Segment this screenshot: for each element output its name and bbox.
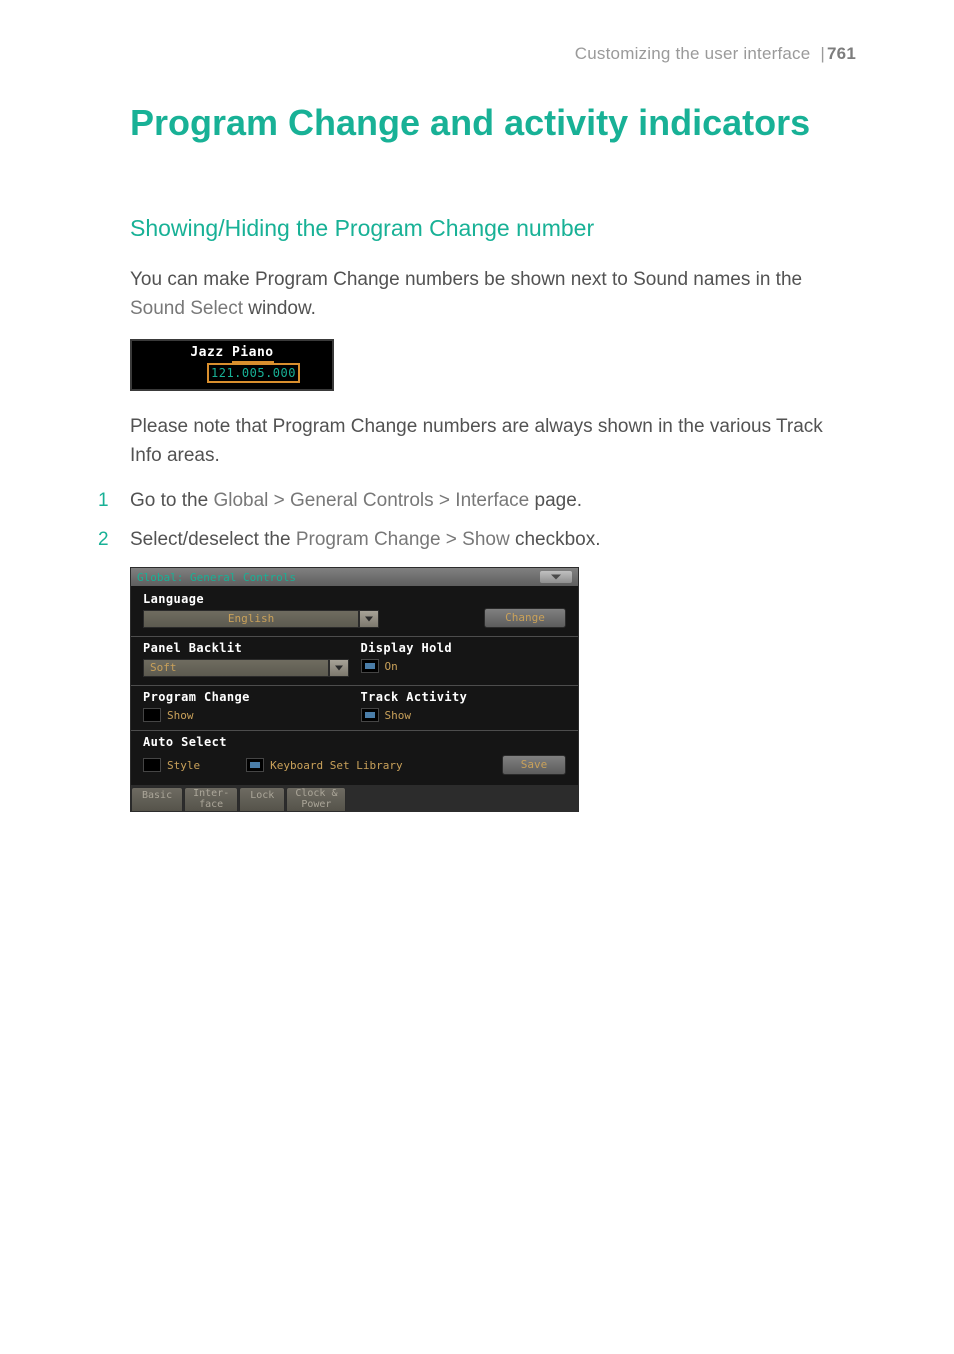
page-title: Program Change and activity indicators (130, 102, 856, 143)
section-heading: Showing/Hiding the Program Change number (130, 215, 856, 242)
chevron-down-icon[interactable] (359, 610, 379, 628)
intro-text-b: window. (243, 298, 316, 319)
tab-interface-l2: face (199, 799, 223, 810)
header-separator: | (820, 44, 825, 63)
window-titlebar: Global: General Controls (131, 568, 578, 586)
tab-interface-l1: Inter- (193, 788, 229, 799)
step-2-b: checkbox. (510, 529, 601, 550)
track-activity-label: Track Activity (361, 690, 567, 704)
display-hold-chk-label: On (385, 660, 398, 673)
panel-backlit-value: Soft (143, 659, 329, 677)
tab-lock[interactable]: Lock (239, 787, 285, 811)
auto-select-style-checkbox[interactable] (143, 758, 161, 772)
sound-name-b: Piano (232, 345, 274, 363)
auto-select-label: Auto Select (143, 735, 566, 749)
intro-text-a: You can make Program Change numbers be s… (130, 269, 802, 290)
tab-clock-l1: Clock & (295, 788, 337, 799)
panel-backlit-dropdown[interactable]: Soft (143, 659, 349, 677)
header-section: Customizing the user interface (575, 44, 811, 63)
program-change-chk-label: Show (167, 709, 194, 722)
sound-name: Jazz Piano (141, 345, 323, 360)
save-button[interactable]: Save (502, 755, 566, 775)
step-2-ui: Program Change > Show (296, 529, 510, 550)
tab-interface[interactable]: Inter-face (184, 787, 238, 811)
step-1-ui: Global > General Controls > Interface (213, 490, 529, 511)
sound-name-a: Jazz (190, 345, 232, 360)
window-title: Global: General Controls (137, 571, 540, 584)
program-change-show-checkbox[interactable] (143, 708, 161, 722)
chevron-down-icon[interactable] (329, 659, 349, 677)
track-activity-show-checkbox[interactable] (361, 708, 379, 722)
menu-dropdown-icon[interactable] (540, 571, 572, 583)
running-header: Customizing the user interface |761 (98, 44, 856, 64)
step-1-a: Go to the (130, 490, 213, 511)
tab-clock-power[interactable]: Clock &Power (286, 787, 346, 811)
bottom-tabs: Basic Inter-face Lock Clock &Power (131, 785, 578, 811)
change-button[interactable]: Change (484, 608, 566, 628)
program-change-number: 121.005.000 (207, 363, 300, 383)
step-1-b: page. (529, 490, 582, 511)
step-2: Select/deselect the Program Change > Sho… (98, 525, 856, 555)
panel-backlit-label: Panel Backlit (143, 641, 349, 655)
display-hold-checkbox[interactable] (361, 659, 379, 673)
tab-basic[interactable]: Basic (131, 787, 183, 811)
sound-select-screenshot: Jazz Piano 121.005.000 (130, 339, 856, 391)
header-page-number: 761 (827, 44, 856, 63)
program-change-label: Program Change (143, 690, 349, 704)
track-activity-chk-label: Show (385, 709, 412, 722)
language-dropdown[interactable]: English (143, 610, 379, 628)
intro-paragraph: You can make Program Change numbers be s… (130, 266, 856, 323)
step-1: Go to the Global > General Controls > In… (98, 486, 856, 516)
language-label: Language (143, 592, 379, 606)
auto-select-kbd-checkbox[interactable] (246, 758, 264, 772)
step-2-a: Select/deselect the (130, 529, 296, 550)
tab-clock-l2: Power (301, 799, 331, 810)
auto-select-style-label: Style (167, 759, 200, 772)
display-hold-label: Display Hold (361, 641, 567, 655)
sound-select-ref: Sound Select (130, 298, 243, 319)
auto-select-kbd-label: Keyboard Set Library (270, 759, 402, 772)
note-paragraph: Please note that Program Change numbers … (130, 413, 856, 470)
global-general-controls-screenshot: Global: General Controls Language Englis… (130, 567, 579, 812)
language-value: English (143, 610, 359, 628)
